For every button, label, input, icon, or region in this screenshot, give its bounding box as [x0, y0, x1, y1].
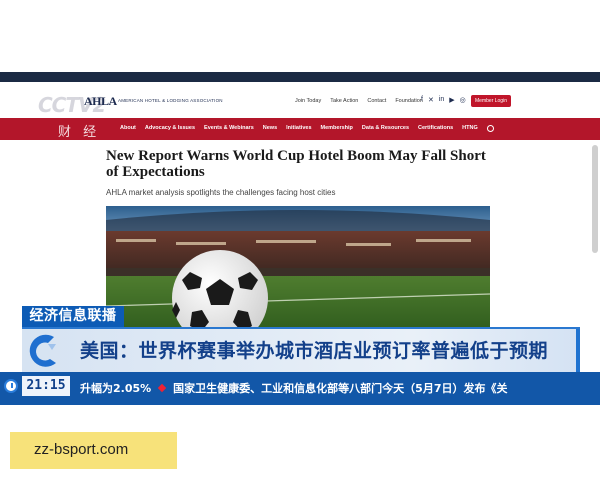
tv-broadcast: CCTV2 AHLA AMERICAN HOTEL & LODGING ASSO… [0, 72, 600, 405]
nav-item-advocacy[interactable]: Advocacy & Issues [145, 125, 195, 132]
linkedin-icon[interactable]: in [439, 96, 444, 104]
ticker-item: 国家卫生健康委、工业和信息化部等八部门今天（5月7日）发布《关 [173, 382, 508, 395]
nav-item-certifications[interactable]: Certifications [418, 125, 453, 132]
nav-item-news[interactable]: News [263, 125, 277, 132]
lower-third-banner: 美国：世界杯赛事举办城市酒店业预订率普遍低于预期 [22, 327, 580, 374]
x-icon[interactable]: ✕ [428, 96, 434, 104]
ticker-text: 升幅为2.05% 国家卫生健康委、工业和信息化部等八部门今天（5月7日）发布《关 [80, 380, 507, 396]
channel-name: 财 经 [58, 125, 101, 140]
news-ticker: 21:15 升幅为2.05% 国家卫生健康委、工业和信息化部等八部门今天（5月7日… [0, 372, 600, 405]
hero-image [106, 206, 490, 336]
nav-item-htng[interactable]: HTNG [462, 125, 478, 132]
stadium-soccer-ball-image [106, 206, 490, 336]
article-headline: New Report Warns World Cup Hotel Boom Ma… [106, 148, 486, 180]
nav-item-about[interactable]: About [120, 125, 136, 132]
ahla-logo-text: AMERICAN HOTEL & LODGING ASSOCIATION [118, 98, 223, 103]
member-login-button[interactable]: Member Login [471, 95, 511, 107]
lower-third-headline: 美国：世界杯赛事举办城市酒店业预订率普遍低于预期 [80, 340, 549, 362]
top-links: Join Today Take Action Contact Foundatio… [295, 98, 423, 104]
watermark: zz-bsport.com [10, 432, 177, 469]
search-icon[interactable] [486, 125, 494, 132]
take-action-link[interactable]: Take Action [330, 98, 358, 104]
instagram-icon[interactable]: ◎ [460, 96, 466, 104]
main-nav: 财 经 About Advocacy & Issues Events & Web… [0, 118, 600, 140]
youtube-icon[interactable]: ▶ [449, 96, 454, 104]
video-frame: CCTV2 AHLA AMERICAN HOTEL & LODGING ASSO… [0, 0, 600, 480]
watermark-text: zz-bsport.com [34, 441, 129, 458]
nav-item-events[interactable]: Events & Webinars [204, 125, 254, 132]
clock-icon [4, 379, 18, 393]
site-header: CCTV2 AHLA AMERICAN HOTEL & LODGING ASSO… [0, 82, 600, 118]
article-subhead: AHLA market analysis spotlights the chal… [106, 188, 336, 197]
ticker-item: 升幅为2.05% [80, 382, 152, 395]
cctv-finance-logo-icon [29, 334, 56, 367]
foundation-link[interactable]: Foundation [395, 98, 423, 104]
contact-link[interactable]: Contact [367, 98, 386, 104]
ahla-logo[interactable]: AHLA [84, 94, 117, 109]
scrollbar[interactable] [592, 145, 598, 253]
banner-edge [576, 329, 580, 374]
program-tag: 经济信息联播 [22, 306, 124, 327]
facebook-icon[interactable]: f [421, 96, 423, 104]
broadcast-time: 21:15 [22, 376, 70, 396]
join-today-link[interactable]: Join Today [295, 98, 321, 104]
nav-items: About Advocacy & Issues Events & Webinar… [120, 125, 494, 132]
nav-item-membership[interactable]: Membership [321, 125, 353, 132]
nav-item-initiatives[interactable]: Initiatives [286, 125, 311, 132]
nav-item-data[interactable]: Data & Resources [362, 125, 409, 132]
social-icons: f ✕ in ▶ ◎ [421, 96, 466, 104]
ticker-separator-icon [157, 383, 167, 393]
